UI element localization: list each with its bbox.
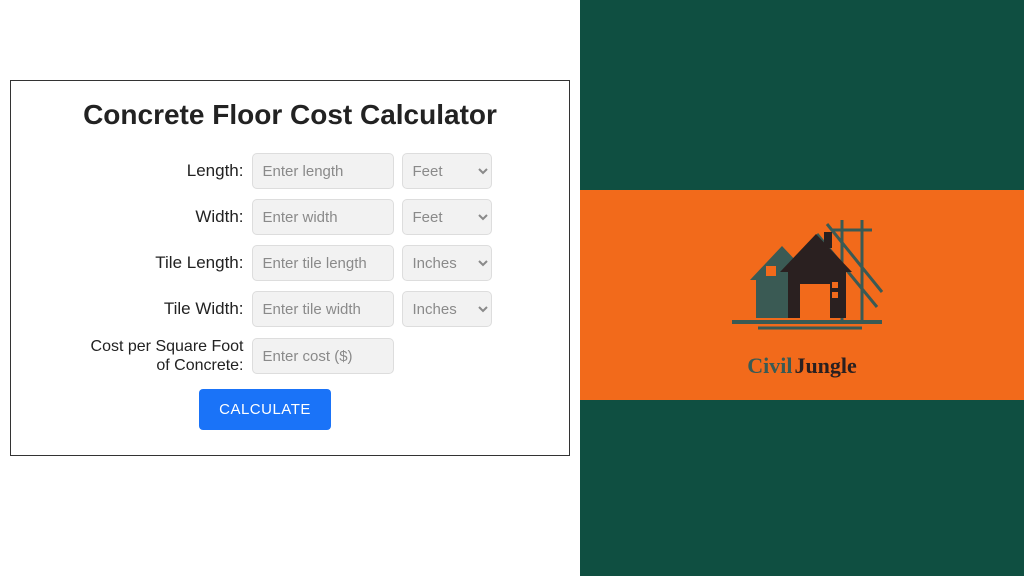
length-unit-select[interactable]: Feet [402, 153, 492, 189]
button-row: CALCULATE [0, 389, 539, 430]
cost-label: Cost per Square Foot of Concrete: [89, 337, 244, 375]
house-icon [712, 212, 892, 352]
tile-length-row: Tile Length: Inches [41, 245, 539, 281]
cost-input[interactable] [252, 338, 394, 374]
length-label: Length: [89, 161, 244, 181]
width-row: Width: Feet [41, 199, 539, 235]
tile-width-input[interactable] [252, 291, 394, 327]
calculator-box: Concrete Floor Cost Calculator Length: F… [10, 80, 570, 456]
tile-width-label: Tile Width: [89, 299, 244, 319]
tile-width-row: Tile Width: Inches [41, 291, 539, 327]
brand-panel: CivilJungle [580, 0, 1024, 576]
calculator-panel: Concrete Floor Cost Calculator Length: F… [0, 0, 580, 576]
brand-jungle: Jungle [794, 353, 856, 378]
page-title: Concrete Floor Cost Calculator [41, 99, 539, 131]
tile-length-input[interactable] [252, 245, 394, 281]
calculate-button[interactable]: CALCULATE [199, 389, 331, 430]
width-input[interactable] [252, 199, 394, 235]
length-input[interactable] [252, 153, 394, 189]
width-unit-select[interactable]: Feet [402, 199, 492, 235]
brand-text: CivilJungle [712, 353, 892, 379]
width-label: Width: [89, 207, 244, 227]
brand-logo: CivilJungle [712, 212, 892, 379]
cost-row: Cost per Square Foot of Concrete: [41, 337, 539, 375]
tile-length-label: Tile Length: [89, 253, 244, 273]
brand-civil: Civil [747, 353, 792, 378]
length-row: Length: Feet [41, 153, 539, 189]
tile-length-unit-select[interactable]: Inches [402, 245, 492, 281]
tile-width-unit-select[interactable]: Inches [402, 291, 492, 327]
brand-band: CivilJungle [580, 190, 1024, 400]
